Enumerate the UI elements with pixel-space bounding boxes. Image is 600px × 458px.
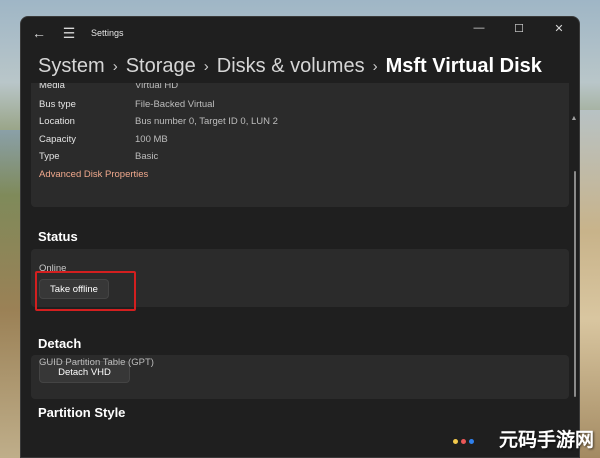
logo-dot-icon (469, 439, 474, 444)
logo-dot-icon (453, 439, 458, 444)
close-button[interactable]: ✕ (539, 17, 579, 39)
maximize-button[interactable]: ☐ (499, 17, 539, 39)
content-area: Media Virtual HD Bus type File-Backed Vi… (21, 83, 579, 457)
logo-dot-icon (461, 439, 466, 444)
minimize-button[interactable]: — (459, 17, 499, 39)
property-value: 100 MB (135, 134, 168, 145)
chevron-right-icon: › (112, 57, 118, 75)
vertical-scrollbar-thumb[interactable] (574, 171, 576, 397)
property-row-type: Type Basic (39, 151, 158, 167)
watermark-logo-dots (453, 439, 474, 444)
title-bar: ← ☰ Settings — ☐ ✕ (21, 17, 579, 49)
disk-properties-panel: Media Virtual HD Bus type File-Backed Vi… (31, 83, 569, 207)
property-value: File-Backed Virtual (135, 99, 215, 110)
window-controls: — ☐ ✕ (459, 17, 579, 39)
hamburger-menu-icon[interactable]: ☰ (55, 19, 83, 47)
breadcrumb: System › Storage › Disks & volumes › Msf… (38, 51, 569, 81)
property-label: Type (39, 151, 60, 162)
detach-highlight-annotation (35, 271, 136, 311)
back-arrow-icon[interactable]: ← (25, 19, 53, 47)
advanced-disk-properties-link[interactable]: Advanced Disk Properties (39, 169, 148, 180)
property-label: Location (39, 116, 75, 127)
chevron-right-icon: › (203, 57, 209, 75)
partition-style-heading: Partition Style (38, 405, 126, 420)
partition-style-value: GUID Partition Table (GPT) (39, 357, 154, 368)
scroll-up-arrow-icon[interactable]: ▲ (569, 115, 579, 122)
property-label: Bus type (39, 99, 76, 110)
chevron-right-icon: › (372, 57, 378, 75)
breadcrumb-storage[interactable]: Storage (126, 55, 196, 78)
property-label: Capacity (39, 134, 76, 145)
breadcrumb-disks-volumes[interactable]: Disks & volumes (217, 55, 365, 78)
property-row-capacity: Capacity 100 MB (39, 134, 168, 150)
breadcrumb-system[interactable]: System (38, 55, 105, 78)
property-value: Bus number 0, Target ID 0, LUN 2 (135, 116, 278, 127)
desktop-wallpaper-left (0, 130, 20, 458)
property-value: Virtual HD (135, 83, 179, 91)
status-heading: Status (38, 229, 78, 244)
property-row-media: Media Virtual HD (39, 83, 178, 96)
settings-window: ← ☰ Settings — ☐ ✕ System › Storage › Di… (20, 16, 580, 458)
detach-heading: Detach (38, 336, 82, 351)
property-label: Media (39, 83, 65, 91)
breadcrumb-current: Msft Virtual Disk (385, 54, 542, 77)
watermark-text: 元码手游网 (498, 429, 594, 451)
property-row-bus-type: Bus type File-Backed Virtual (39, 99, 215, 115)
property-value: Basic (135, 151, 159, 162)
app-title: Settings (91, 28, 124, 38)
property-row-location: Location Bus number 0, Target ID 0, LUN … (39, 116, 278, 132)
